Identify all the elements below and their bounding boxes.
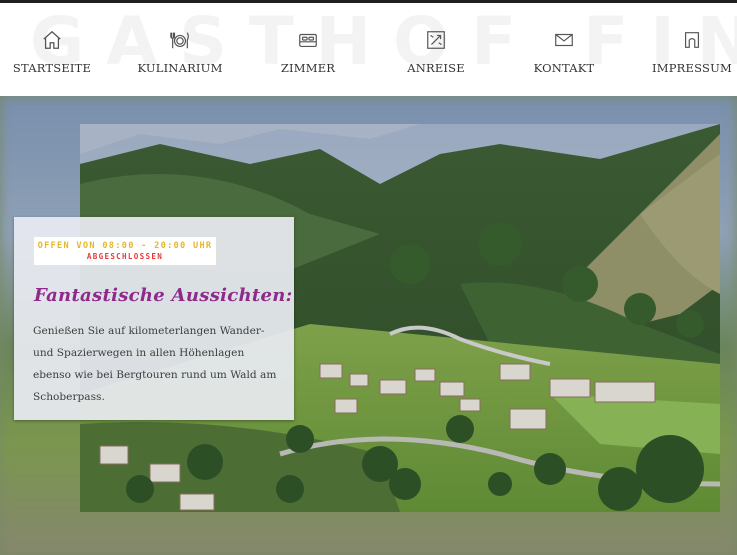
bed-icon — [297, 29, 319, 55]
nav-item-kontakt[interactable]: Kontakt — [534, 29, 594, 75]
info-card: OFFEN VON 08:00 - 20:00 UHR ABGESCHLOSSE… — [14, 217, 294, 420]
card-title: Fantastische Aussichten: — [34, 285, 293, 306]
site-header: GASTHOF FINK Startseite Kulinarium Zimme… — [0, 3, 737, 96]
info-icon — [681, 29, 703, 55]
opening-hours-badge: OFFEN VON 08:00 - 20:00 UHR ABGESCHLOSSE… — [34, 237, 216, 265]
mail-icon — [553, 29, 575, 55]
header-watermark: GASTHOF FINK — [30, 3, 737, 80]
nav-label-kontakt: Kontakt — [533, 61, 595, 75]
map-icon — [425, 29, 447, 55]
nav-label-impressum: Impressum — [652, 61, 732, 75]
nav-item-zimmer[interactable]: Zimmer — [278, 29, 338, 75]
nav-label-kulinarium: Kulinarium — [137, 61, 223, 75]
nav-label-startseite: Startseite — [12, 61, 92, 75]
opening-status-text: ABGESCHLOSSEN — [86, 252, 164, 261]
nav-label-zimmer: Zimmer — [280, 61, 336, 75]
opening-hours-text: OFFEN VON 08:00 - 20:00 UHR — [37, 241, 213, 251]
dining-icon — [169, 29, 191, 55]
card-body-text: Genießen Sie auf kilometerlangen Wander-… — [33, 325, 277, 403]
nav-item-impressum[interactable]: Impressum — [652, 29, 732, 75]
nav-item-kulinarium[interactable]: Kulinarium — [137, 29, 222, 75]
nav-item-startseite[interactable]: Startseite — [13, 29, 91, 75]
home-icon — [41, 29, 63, 55]
nav-item-anreise[interactable]: Anreise — [407, 29, 465, 75]
nav-label-anreise: Anreise — [407, 61, 465, 75]
